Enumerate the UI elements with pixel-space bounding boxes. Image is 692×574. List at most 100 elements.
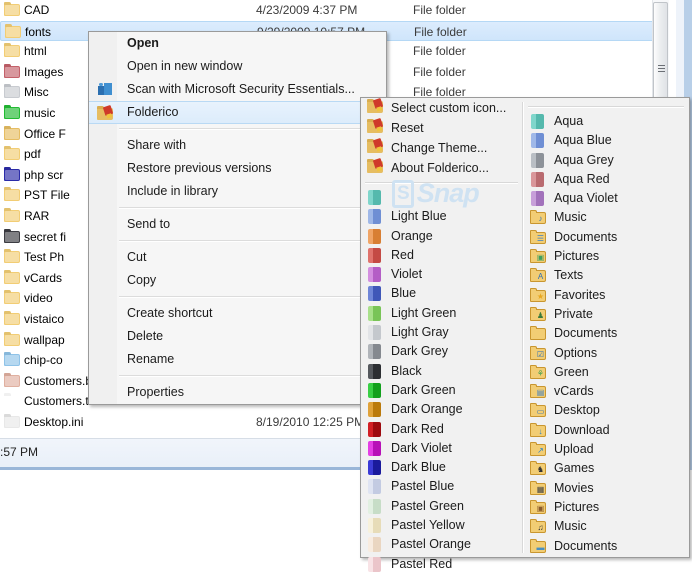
folder-blue-icon bbox=[367, 286, 383, 302]
submenu-separator-right bbox=[528, 106, 684, 108]
folder-icon bbox=[4, 146, 20, 161]
submenu-item-aqua-grey[interactable]: Aqua Grey bbox=[524, 151, 688, 170]
submenu-item-games[interactable]: ♞ Games bbox=[524, 459, 688, 478]
submenu-item-dark-violet[interactable]: Dark Violet bbox=[361, 439, 522, 458]
submenu-item-green[interactable]: ⚘ Green bbox=[524, 363, 688, 382]
file-type: File folder bbox=[414, 24, 467, 39]
submenu-item-desktop[interactable]: ▭ Desktop bbox=[524, 401, 688, 420]
bitmap-file-icon bbox=[4, 373, 20, 388]
submenu-item-dark-red[interactable]: Dark Red bbox=[361, 420, 522, 439]
file-name: pdf bbox=[24, 147, 41, 162]
submenu-item-label: Dark Blue bbox=[391, 460, 446, 475]
submenu-item-pastel-red[interactable]: Pastel Red bbox=[361, 555, 522, 574]
folder-music2-icon: ♫ bbox=[530, 519, 546, 534]
submenu-item-label: Aqua Violet bbox=[554, 191, 618, 206]
submenu-item-music[interactable]: ♫ Music bbox=[524, 517, 688, 536]
submenu-item-folder-aqua-icon[interactable] bbox=[361, 188, 522, 207]
image-file-icon bbox=[4, 352, 20, 367]
menu-item-rename[interactable]: Rename bbox=[89, 348, 386, 371]
submenu-item-documents[interactable]: ☰ Documents bbox=[524, 228, 688, 247]
menu-item-delete[interactable]: Delete bbox=[89, 325, 386, 348]
submenu-item-documents[interactable]: ▬ Documents bbox=[524, 537, 688, 556]
folder-favorites-icon: ★ bbox=[530, 287, 546, 303]
menu-item-include-in-library[interactable]: Include in library bbox=[89, 180, 386, 203]
submenu-item-violet[interactable]: Violet bbox=[361, 265, 522, 284]
submenu-item-light-green[interactable]: Light Green bbox=[361, 304, 522, 323]
submenu-item-dark-orange[interactable]: Dark Orange bbox=[361, 400, 522, 419]
file-name: Customers.txt bbox=[24, 394, 99, 409]
menu-item-properties[interactable]: Properties bbox=[89, 381, 386, 404]
submenu-item-aqua[interactable]: Aqua bbox=[524, 112, 688, 131]
submenu-item-dark-grey[interactable]: Dark Grey bbox=[361, 342, 522, 361]
submenu-item-about-folderico[interactable]: About Folderico... bbox=[361, 157, 522, 178]
menu-item-restore-previous-versions[interactable]: Restore previous versions bbox=[89, 157, 386, 180]
submenu-item-options[interactable]: ☑ Options bbox=[524, 344, 688, 363]
submenu-item-pictures[interactable]: ▣ Pictures bbox=[524, 498, 688, 517]
submenu-item-pastel-orange[interactable]: Pastel Orange bbox=[361, 535, 522, 554]
submenu-item-movies[interactable]: ▦ Movies bbox=[524, 479, 688, 498]
submenu-item-label: Green bbox=[554, 364, 589, 379]
submenu-item-dark-green[interactable]: Dark Green bbox=[361, 381, 522, 400]
menu-item-copy[interactable]: Copy bbox=[89, 269, 386, 292]
submenu-item-label: Change Theme... bbox=[391, 141, 488, 155]
menu-item-cut[interactable]: Cut bbox=[89, 246, 386, 269]
submenu-item-pastel-blue[interactable]: Pastel Blue bbox=[361, 477, 522, 496]
submenu-item-aqua-blue[interactable]: Aqua Blue bbox=[524, 131, 688, 150]
submenu-item-select-custom-icon[interactable]: Select custom icon... bbox=[361, 97, 522, 118]
menu-separator bbox=[119, 240, 384, 242]
submenu-item-upload[interactable]: ↗ Upload bbox=[524, 440, 688, 459]
submenu-item-dark-blue[interactable]: Dark Blue bbox=[361, 458, 522, 477]
menu-item-label: Cut bbox=[127, 250, 147, 264]
file-name: Office F bbox=[24, 126, 66, 141]
submenu-item-favorites[interactable]: ★ Favorites bbox=[524, 286, 688, 305]
menu-item-share-with[interactable]: Share with bbox=[89, 134, 386, 157]
menu-item-create-shortcut[interactable]: Create shortcut bbox=[89, 302, 386, 325]
submenu-item-reset[interactable]: Reset bbox=[361, 117, 522, 138]
folder-icon bbox=[4, 187, 20, 202]
submenu-item-orange[interactable]: Orange bbox=[361, 227, 522, 246]
submenu-item-aqua-violet[interactable]: Aqua Violet bbox=[524, 189, 688, 208]
folder-music-icon: ♪ bbox=[530, 210, 546, 225]
submenu-item-label: Pictures bbox=[554, 499, 600, 514]
submenu-item-red[interactable]: Red bbox=[361, 246, 522, 265]
submenu-item-download[interactable]: ↓ Download bbox=[524, 421, 688, 440]
submenu-item-vcards[interactable]: ▤ vCards bbox=[524, 382, 688, 401]
submenu-item-pastel-yellow[interactable]: Pastel Yellow bbox=[361, 516, 522, 535]
submenu-item-change-theme[interactable]: Change Theme... bbox=[361, 137, 522, 158]
submenu-item-light-blue[interactable]: Light Blue bbox=[361, 207, 522, 226]
submenu-item-aqua-red[interactable]: Aqua Red bbox=[524, 170, 688, 189]
menu-item-label: Share with bbox=[127, 138, 187, 152]
submenu-item-pastel-green[interactable]: Pastel Green bbox=[361, 497, 522, 516]
folderico-submenu[interactable]: Select custom icon... Reset Change Theme..… bbox=[360, 97, 690, 572]
submenu-item-label: Pastel Blue bbox=[391, 479, 455, 494]
shield-icon bbox=[97, 81, 113, 97]
file-row[interactable]: CAD 4/23/2009 4:37 PM File folder bbox=[0, 0, 668, 20]
submenu-item-light-gray[interactable]: Light Gray bbox=[361, 323, 522, 342]
submenu-item-pictures[interactable]: ▣ Pictures bbox=[524, 247, 688, 266]
menu-item-send-to[interactable]: Send to bbox=[89, 213, 386, 236]
folder-light-blue-icon bbox=[367, 209, 383, 225]
folder-pastel-blue-icon bbox=[367, 479, 383, 495]
submenu-item-private[interactable]: ♟ Private bbox=[524, 305, 688, 324]
menu-item-open[interactable]: Open bbox=[89, 32, 386, 55]
folder-documents3-icon: ▬ bbox=[530, 538, 546, 554]
submenu-item-music[interactable]: ♪ Music bbox=[524, 208, 688, 227]
folder-dark-green-icon bbox=[367, 382, 383, 398]
menu-item-open-in-new-window[interactable]: Open in new window bbox=[89, 55, 386, 78]
submenu-item-texts[interactable]: A Texts bbox=[524, 266, 688, 285]
submenu-item-documents[interactable]: Documents bbox=[524, 324, 688, 343]
submenu-item-blue[interactable]: Blue bbox=[361, 284, 522, 303]
menu-item-label: Create shortcut bbox=[127, 306, 213, 320]
menu-item-label: Include in library bbox=[127, 184, 219, 198]
context-menu[interactable]: Open Open in new window Scan with Microsof… bbox=[88, 31, 387, 405]
menu-separator bbox=[119, 296, 384, 298]
submenu-item-label: Music bbox=[554, 519, 587, 534]
menu-item-scan-with-microsoft-security-essentials[interactable]: Scan with Microsoft Security Essentials.… bbox=[89, 78, 386, 101]
submenu-item-black[interactable]: Black bbox=[361, 362, 522, 381]
menu-item-label: Restore previous versions bbox=[127, 161, 272, 175]
folder-red-icon bbox=[4, 64, 20, 79]
submenu-item-label: Dark Orange bbox=[391, 402, 463, 417]
menu-separator bbox=[119, 128, 384, 130]
menu-item-folderico[interactable]: Folderico bbox=[89, 101, 386, 124]
folder-icon bbox=[4, 270, 20, 285]
